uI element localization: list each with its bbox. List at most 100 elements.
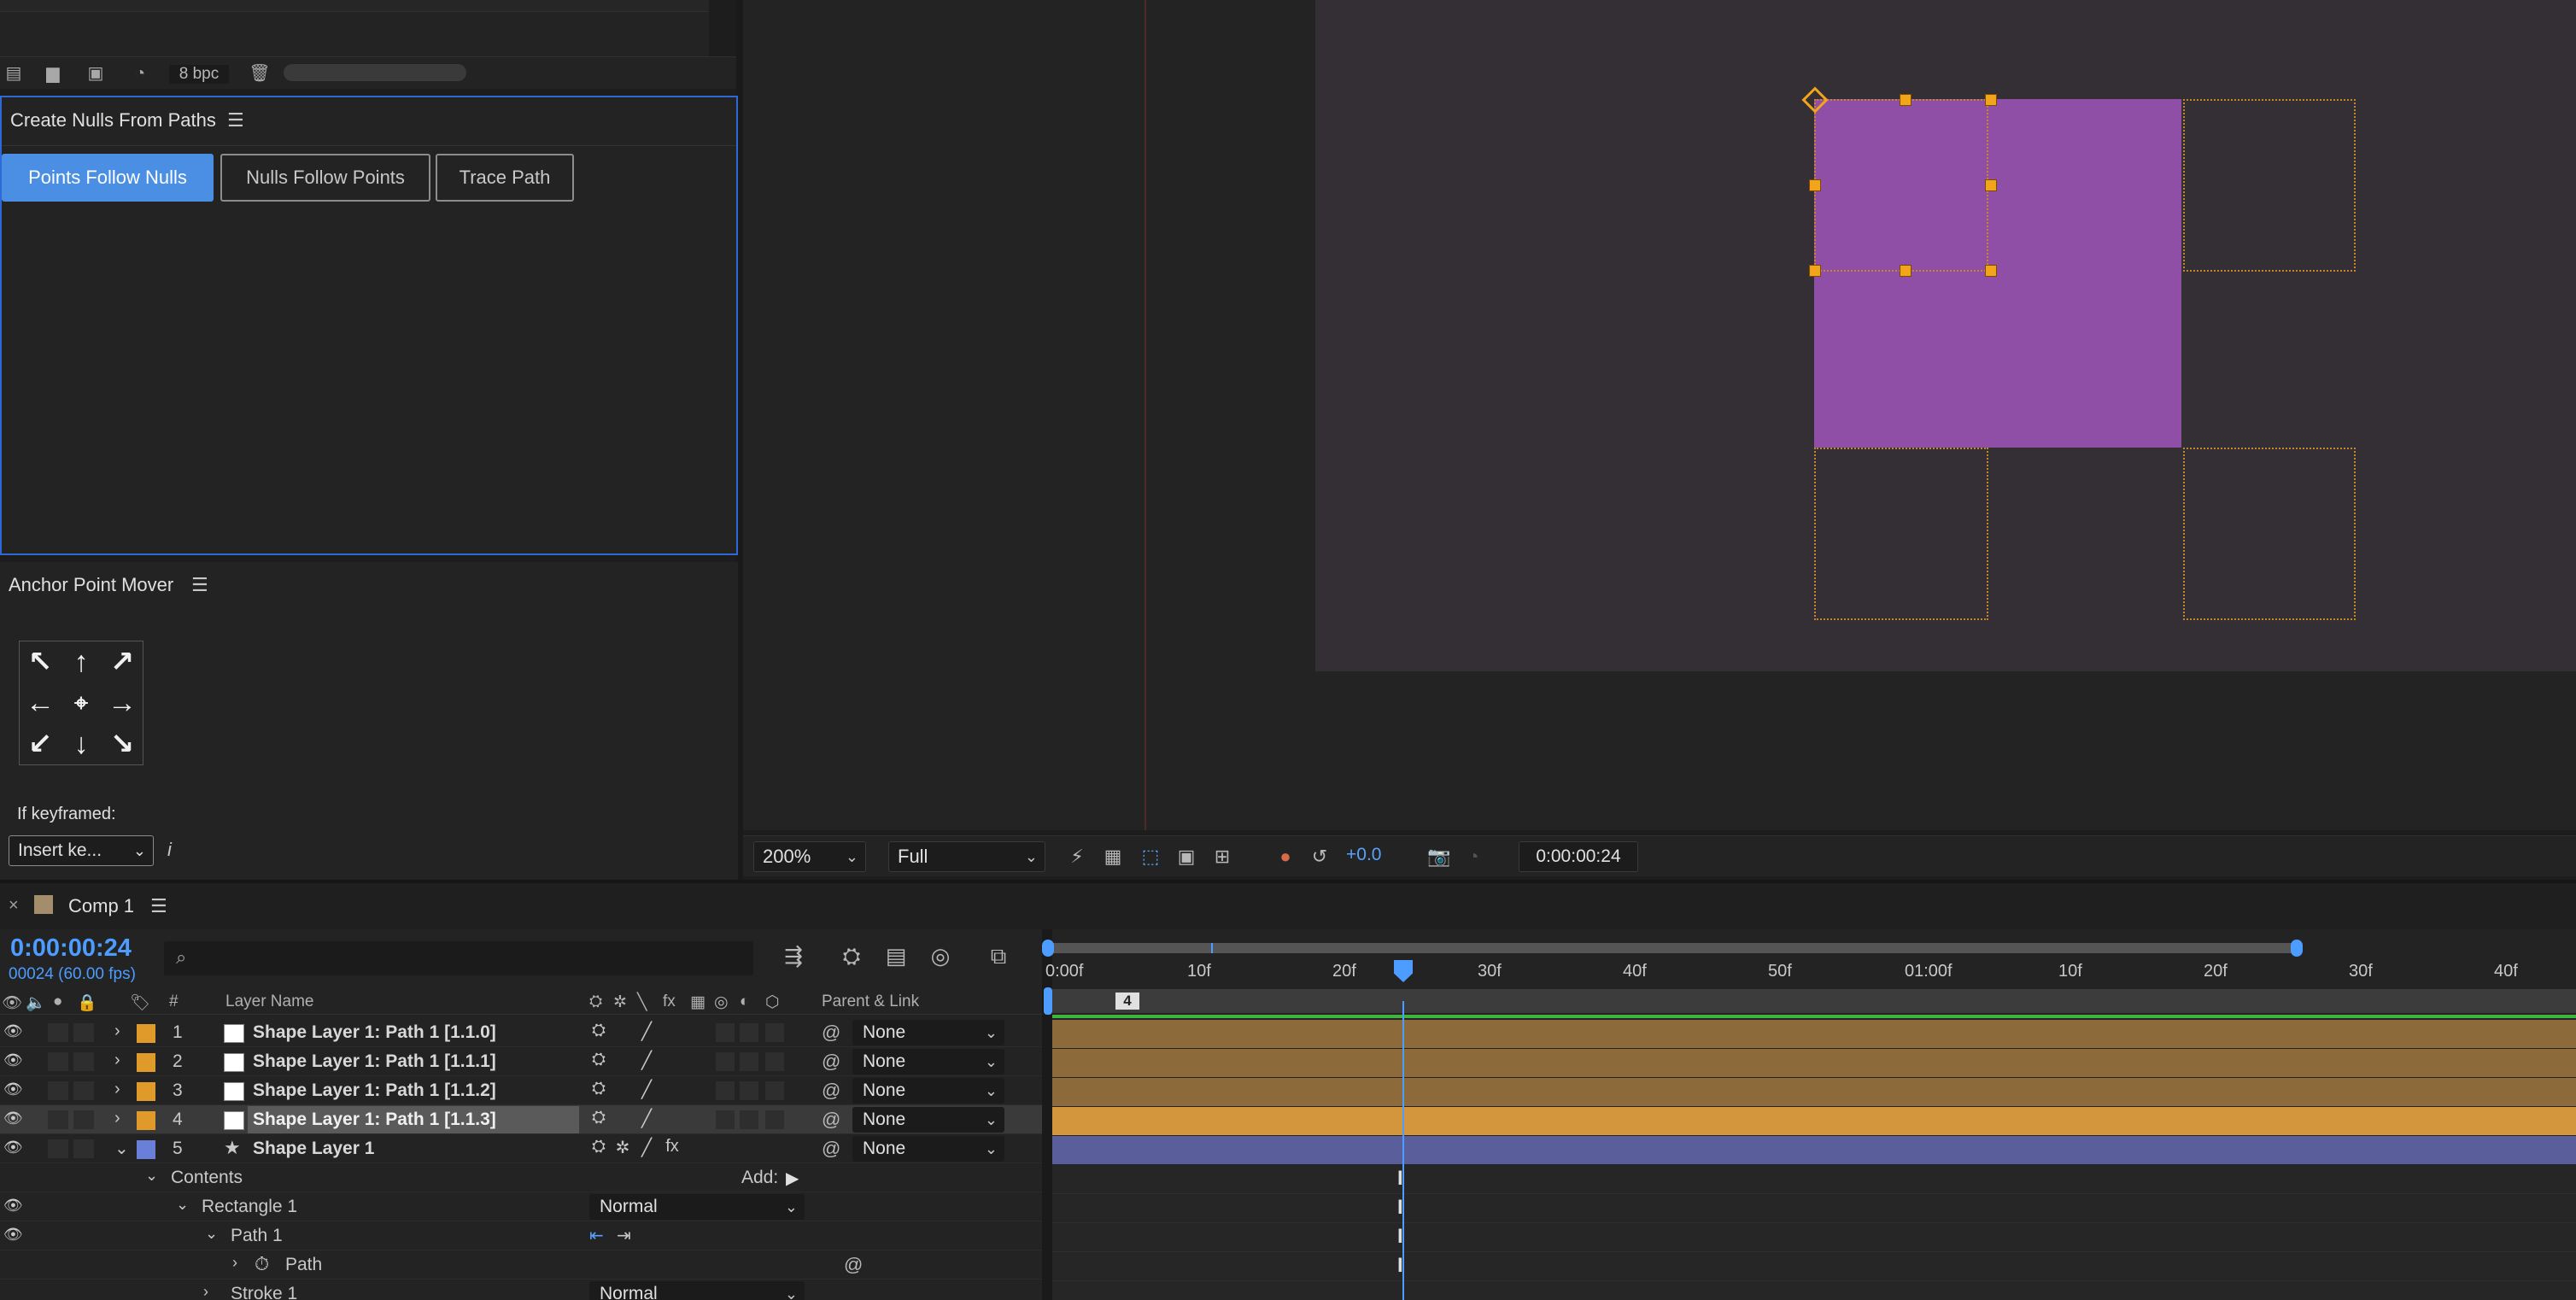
trash-icon[interactable]: 🗑 (248, 64, 272, 83)
time-ruler[interactable]: 0:00f 10f 20f 30f 40f 50f 01:00f 10f 20f… (1045, 958, 2576, 989)
layer-row[interactable]: 👁 › 1 Shape Layer 1: Path 1 [1.1.0] ⛭ ╱ … (0, 1018, 1044, 1047)
keyframe-ibeam-icon[interactable]: I (1397, 1167, 1403, 1191)
quality-switch-icon[interactable]: ╱ (637, 1137, 656, 1159)
chevron-down-icon[interactable]: ⌄ (176, 1196, 189, 1214)
quality-switch-icon[interactable]: ╱ (637, 1079, 656, 1101)
arrow-down-left-icon[interactable]: ↙ (20, 723, 61, 764)
layer-name[interactable]: Shape Layer 1: Path 1 [1.1.0] (253, 1022, 496, 1043)
chevron-right-icon[interactable]: › (114, 1080, 120, 1099)
null-bounds-box[interactable] (1814, 99, 1988, 272)
shy-switch-icon[interactable]: ⛭ (589, 1079, 608, 1101)
panel-menu-icon[interactable]: ☰ (227, 109, 244, 132)
arrow-right-icon[interactable]: → (102, 682, 143, 723)
fast-preview-icon[interactable]: ⚡ (1064, 845, 1090, 869)
quality-switch-icon[interactable]: ╱ (637, 1021, 656, 1043)
layer-row[interactable]: 👁 › 4 Shape Layer 1: Path 1 [1.1.3] ⛭ ╱ … (0, 1105, 1044, 1134)
info-icon[interactable]: i (167, 839, 172, 861)
current-timecode[interactable]: 0:00:00:24 (10, 934, 132, 963)
time-navigator-start-handle[interactable] (1042, 940, 1054, 957)
project-scrollbar[interactable] (284, 64, 466, 81)
panel-menu-icon[interactable]: ☰ (150, 895, 167, 917)
project-settings-icon[interactable]: ◔ (128, 64, 152, 83)
shy-switch-icon[interactable]: ⛭ (589, 1021, 608, 1043)
solo-toggle[interactable] (48, 1139, 68, 1158)
pickwhip-icon[interactable]: @ (822, 1138, 840, 1160)
blend-mode-select[interactable]: Normal ⌄ (589, 1194, 805, 1220)
show-snapshot-icon[interactable]: ◔ (1461, 845, 1486, 869)
chevron-right-icon[interactable]: › (114, 1109, 120, 1128)
eye-icon[interactable]: 👁 (3, 1197, 23, 1215)
rectangle-group-row[interactable]: 👁 ⌄ Rectangle 1 Normal ⌄ (0, 1192, 1044, 1221)
switch-blank[interactable] (716, 1023, 735, 1042)
switch-blank[interactable] (716, 1052, 735, 1071)
stroke-row[interactable]: › Stroke 1 Normal ⌄ (0, 1280, 1044, 1300)
layer-search-input[interactable]: ⌕ (164, 941, 753, 975)
layer-duration-bar[interactable] (1052, 1049, 2576, 1078)
keyframe-mode-select[interactable]: Insert ke... ⌄ (9, 835, 154, 866)
new-folder-icon[interactable]: ▆ (41, 64, 65, 83)
close-icon[interactable]: × (9, 896, 19, 916)
add-button-icon[interactable]: ▶ (786, 1168, 799, 1189)
parent-select[interactable]: None ⌄ (852, 1107, 1004, 1133)
transform-handle[interactable] (1900, 265, 1912, 277)
label-color-swatch[interactable] (137, 1082, 155, 1101)
work-area-bar[interactable] (1052, 989, 2576, 1013)
exposure-value[interactable]: +0.0 (1346, 845, 1381, 865)
chevron-right-icon[interactable]: › (114, 1051, 120, 1070)
collapse-switch-icon[interactable]: ✲ (613, 1137, 632, 1159)
blend-mode-select[interactable]: Normal ⌄ (589, 1281, 805, 1300)
pickwhip-icon[interactable]: @ (844, 1254, 863, 1276)
lock-toggle[interactable] (73, 1139, 94, 1158)
resolution-select[interactable]: Full ⌄ (888, 841, 1045, 872)
label-color-swatch[interactable] (137, 1053, 155, 1072)
solo-toggle[interactable] (48, 1023, 68, 1042)
viewer-timecode[interactable]: 0:00:00:24 (1519, 841, 1638, 872)
path-property-row[interactable]: › ⏱ Path @ (0, 1250, 1044, 1280)
switch-blank[interactable] (765, 1081, 784, 1100)
grid-guides-icon[interactable]: ⊞ (1209, 845, 1235, 869)
stopwatch-icon[interactable]: ⏱ (255, 1253, 269, 1275)
motion-blur-icon[interactable]: ◎ (924, 943, 957, 974)
layer-row[interactable]: 👁 › 2 Shape Layer 1: Path 1 [1.1.1] ⛭ ╱ … (0, 1047, 1044, 1076)
switch-blank[interactable] (740, 1110, 758, 1129)
layer-row[interactable]: 👁 › 3 Shape Layer 1: Path 1 [1.1.2] ⛭ ╱ … (0, 1076, 1044, 1105)
arrow-down-icon[interactable]: ↓ (61, 723, 102, 764)
composition-mini-flowchart-icon[interactable]: ⇶ (777, 943, 810, 974)
center-crosshair-icon[interactable]: ⌖ (61, 682, 102, 723)
layer-duration-bar[interactable] (1052, 1020, 2576, 1049)
lock-toggle[interactable] (73, 1023, 94, 1042)
arrow-up-icon[interactable]: ↑ (61, 641, 102, 682)
eye-icon[interactable]: 👁 (3, 1022, 23, 1040)
solo-toggle[interactable] (48, 1052, 68, 1071)
time-navigator[interactable] (1047, 943, 2298, 953)
quality-switch-icon[interactable]: ╱ (637, 1050, 656, 1072)
arrow-up-left-icon[interactable]: ↖ (20, 641, 61, 682)
region-of-interest-icon[interactable]: ▣ (1174, 845, 1199, 869)
guide-line[interactable] (1145, 0, 1146, 830)
shy-switch-icon[interactable]: ⛭ (589, 1137, 608, 1159)
bit-depth-button[interactable]: 8 bpc (169, 65, 229, 84)
solo-toggle[interactable] (48, 1110, 68, 1129)
interpret-footage-icon[interactable]: ▤ (2, 64, 26, 83)
layer-duration-bar[interactable] (1052, 1078, 2576, 1107)
null-bounds-box[interactable] (2183, 99, 2356, 272)
pickwhip-icon[interactable]: @ (822, 1051, 840, 1073)
transform-handle[interactable] (1900, 94, 1912, 106)
path-group-row[interactable]: 👁 ⌄ Path 1 ⇤ ⇥ (0, 1221, 1044, 1250)
arrow-up-right-icon[interactable]: ↗ (102, 641, 143, 682)
arrow-down-right-icon[interactable]: ↘ (102, 723, 143, 764)
lock-toggle[interactable] (73, 1052, 94, 1071)
label-color-swatch[interactable] (137, 1140, 155, 1159)
layer-name[interactable]: Shape Layer 1 (253, 1139, 374, 1159)
quality-switch-icon[interactable]: ╱ (637, 1108, 656, 1130)
pickwhip-icon[interactable]: @ (822, 1080, 840, 1102)
new-composition-icon[interactable]: ▣ (84, 64, 108, 83)
transform-handle[interactable] (1985, 265, 1997, 277)
switch-blank[interactable] (740, 1052, 758, 1071)
chevron-down-icon[interactable]: ⌄ (114, 1138, 129, 1159)
transform-handle[interactable] (1809, 265, 1821, 277)
parent-link-header[interactable]: Parent & Link (822, 993, 919, 1011)
chevron-down-icon[interactable]: ⌄ (145, 1167, 158, 1185)
path-direction-icon[interactable]: ⇤ (589, 1225, 604, 1246)
layer-row[interactable]: 👁 ⌄ 5 ★ Shape Layer 1 ⛭ ✲ ╱ fx @ None ⌄ (0, 1134, 1044, 1163)
